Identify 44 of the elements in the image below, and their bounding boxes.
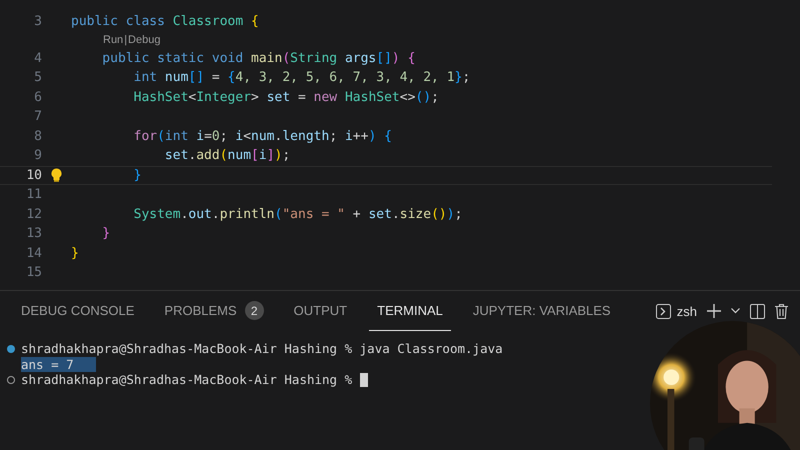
code-line: for(int i=0; i<num.length; i++) { xyxy=(132,128,392,144)
code-line: System.out.println("ans = " + set.size()); xyxy=(132,206,462,222)
code-line: HashSet<Integer> set = new HashSet<>(); xyxy=(132,90,439,105)
terminal-shell-button[interactable]: zsh xyxy=(656,304,697,318)
line-number: 15 xyxy=(25,265,42,280)
panel-tab[interactable]: JUPYTER: VARIABLES xyxy=(464,291,619,331)
code-line: } xyxy=(101,226,110,242)
chevron-down-icon[interactable] xyxy=(731,308,740,314)
separator: | xyxy=(124,34,128,46)
shell-name: zsh xyxy=(676,304,697,318)
panel-tab[interactable]: TERMINAL xyxy=(369,291,451,331)
trash-icon[interactable] xyxy=(775,304,788,318)
line-number: 13 xyxy=(25,226,42,242)
line-number: 4 xyxy=(33,50,42,66)
problems-count-badge: 2 xyxy=(244,301,264,320)
pending-dot xyxy=(7,376,15,384)
code-line: public class Classroom { xyxy=(71,14,259,30)
line-number: 5 xyxy=(33,70,42,86)
panel-tab[interactable]: DEBUG CONSOLE xyxy=(13,291,142,331)
line-number: 11 xyxy=(25,187,42,202)
panel-tab[interactable]: PROBLEMS 2 xyxy=(156,291,272,331)
plus-icon[interactable] xyxy=(707,304,721,318)
code-line: } xyxy=(132,168,142,183)
code-line: set.add(num[i]); xyxy=(164,148,290,164)
line-number: 12 xyxy=(25,206,42,222)
codelens-link[interactable]: Debug xyxy=(128,34,160,46)
line-number: 6 xyxy=(33,90,42,105)
split-icon[interactable] xyxy=(750,304,765,318)
terminal-line: shradhakhapra@Shradhas-MacBook-Air Hashing % java Classroom.java xyxy=(21,341,503,356)
line-number: 7 xyxy=(33,109,42,124)
terminal-line: shradhakhapra@Shradhas-MacBook-Air Hashing % xyxy=(21,372,354,388)
line-number: 14 xyxy=(25,246,42,261)
code-line: } xyxy=(71,246,79,261)
panel-tab[interactable]: OUTPUT xyxy=(286,291,356,331)
line-number: 9 xyxy=(33,148,42,164)
codelens-link[interactable]: Run xyxy=(103,34,124,46)
terminal-icon xyxy=(656,304,671,318)
code-line: public static void main(String args[]) { xyxy=(101,50,416,66)
lightbulb-icon[interactable] xyxy=(51,168,62,182)
line-number: 3 xyxy=(33,14,42,30)
line-number: 8 xyxy=(33,128,42,144)
success-dot xyxy=(7,344,15,353)
line-number: 10 xyxy=(25,168,42,183)
code-line: int num[] = {4, 3, 2, 5, 6, 7, 3, 4, 2, 1}; xyxy=(132,70,470,86)
